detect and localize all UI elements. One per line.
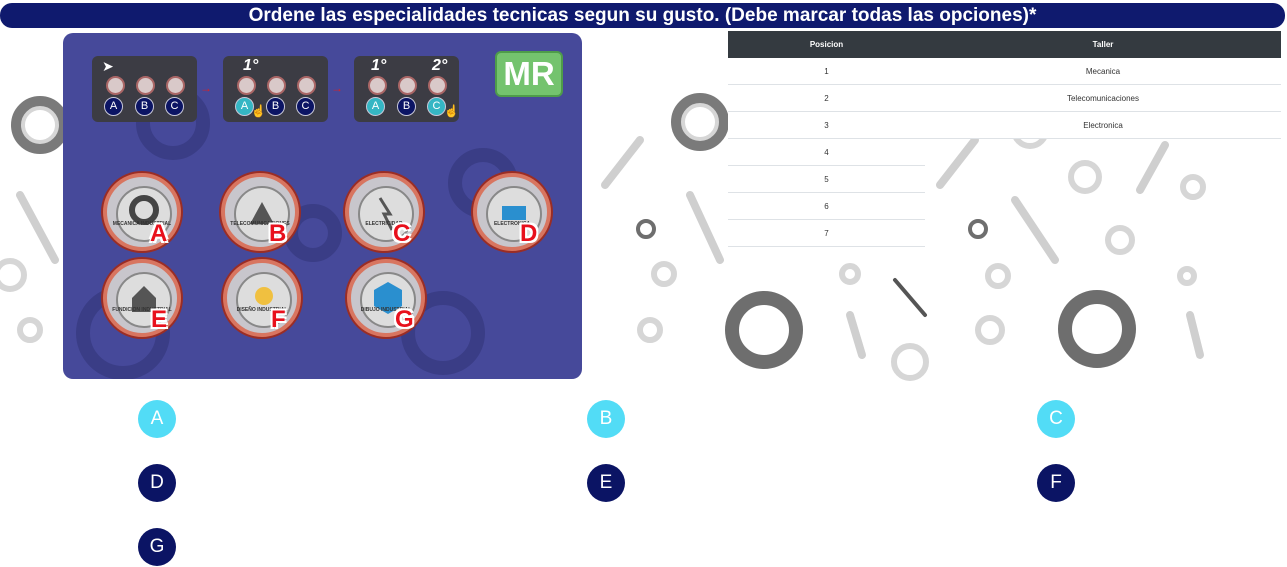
position-cell: 4	[728, 138, 925, 166]
step2-rank-1: 1°	[243, 57, 259, 74]
option-a-button[interactable]: A	[138, 400, 176, 438]
position-cell: 2	[728, 84, 925, 112]
step3-letter-b: B	[397, 97, 416, 116]
badge-letter-f: F	[271, 306, 286, 333]
badge-letter-b: B	[269, 220, 287, 247]
badge-letter-c: C	[393, 220, 411, 247]
telecom-mini-icon	[398, 76, 417, 95]
table-row: 2 Telecomunicaciones	[728, 84, 1281, 112]
table-row: 3 Electronica	[728, 111, 1281, 139]
taller-cell: Mecanica	[925, 58, 1281, 85]
taller-cell	[925, 220, 1281, 247]
position-cell: 1	[728, 58, 925, 85]
option-g-button[interactable]: G	[138, 528, 176, 566]
table-row: 4	[728, 138, 1281, 166]
arrow-right-icon: →	[200, 81, 212, 95]
option-f-button[interactable]: F	[1037, 464, 1075, 502]
option-c-button[interactable]: C	[1037, 400, 1075, 438]
cursor-arrow-icon: ➤	[102, 58, 114, 74]
step1-letter-c: C	[165, 97, 184, 116]
position-cell: 7	[728, 219, 925, 247]
table-row: 6	[728, 192, 1281, 220]
header-area: Ordene las especialidades tecnicas segun…	[0, 0, 1287, 30]
hand-pointer-icon: ☝	[444, 104, 459, 118]
taller-cell	[925, 166, 1281, 193]
electricity-mini-icon	[428, 76, 447, 95]
step1-letter-a: A	[104, 97, 123, 116]
telecom-badge-icon: TELECOMUNICACIONES	[221, 173, 299, 251]
question-title: Ordene las especialidades tecnicas segun…	[0, 3, 1285, 28]
column-header-posicion: Posicion	[728, 31, 925, 58]
table-row: 1 Mecanica	[728, 58, 1281, 85]
electricity-mini-icon	[166, 76, 185, 95]
mechanics-mini-icon	[237, 76, 256, 95]
step3-rank-2: 2°	[432, 57, 448, 74]
instructions-image: A B C ➤ → 1° A B C ☝ → 1° 2° A B C ☝ MR …	[63, 33, 582, 379]
taller-cell: Electronica	[925, 111, 1281, 139]
telecom-mini-icon	[136, 76, 155, 95]
electricity-badge-icon: ELECTRICIDAD	[345, 173, 423, 251]
mechanics-badge-icon: MECANICA INDUSTRIAL	[103, 173, 181, 251]
taller-cell	[925, 193, 1281, 220]
position-cell: 3	[728, 111, 925, 139]
option-e-button[interactable]: E	[587, 464, 625, 502]
step1-letter-b: B	[135, 97, 154, 116]
table-row: 5	[728, 165, 1281, 193]
electronics-badge-icon: ELECTRONICA	[473, 173, 551, 251]
mechanics-mini-icon	[368, 76, 387, 95]
badge-letter-g: G	[395, 306, 414, 333]
badge-letter-d: D	[520, 220, 538, 247]
ranking-table: Posicion Taller 1 Mecanica 2 Telecomunic…	[728, 31, 1281, 247]
taller-cell	[925, 139, 1281, 166]
step1-box: A B C ➤	[92, 56, 197, 122]
table-row: 7	[728, 219, 1281, 247]
electricity-mini-icon	[297, 76, 316, 95]
mechanics-mini-icon	[106, 76, 125, 95]
design-badge-icon: DISEÑO INDUSTRIAL	[223, 259, 301, 337]
hand-pointer-icon: ☝	[251, 104, 266, 118]
option-d-button[interactable]: D	[138, 464, 176, 502]
telecom-mini-icon	[267, 76, 286, 95]
arrow-right-icon: →	[331, 81, 343, 95]
option-b-button[interactable]: B	[587, 400, 625, 438]
column-header-taller: Taller	[925, 31, 1281, 58]
step3-letter-a: A	[366, 97, 385, 116]
step3-box: 1° 2° A B C ☝	[354, 56, 459, 122]
step2-box: 1° A B C ☝	[223, 56, 328, 122]
step2-letter-b: B	[266, 97, 285, 116]
badge-letter-a: A	[150, 220, 168, 247]
mr-logo: MR	[495, 51, 563, 97]
position-cell: 5	[728, 165, 925, 193]
taller-cell: Telecomunicaciones	[925, 84, 1281, 112]
step2-letter-c: C	[296, 97, 315, 116]
badge-letter-e: E	[151, 306, 168, 333]
foundry-badge-icon: FUNDICION INDUSTRIAL	[103, 259, 181, 337]
position-cell: 6	[728, 192, 925, 220]
step3-rank-1: 1°	[371, 57, 387, 74]
